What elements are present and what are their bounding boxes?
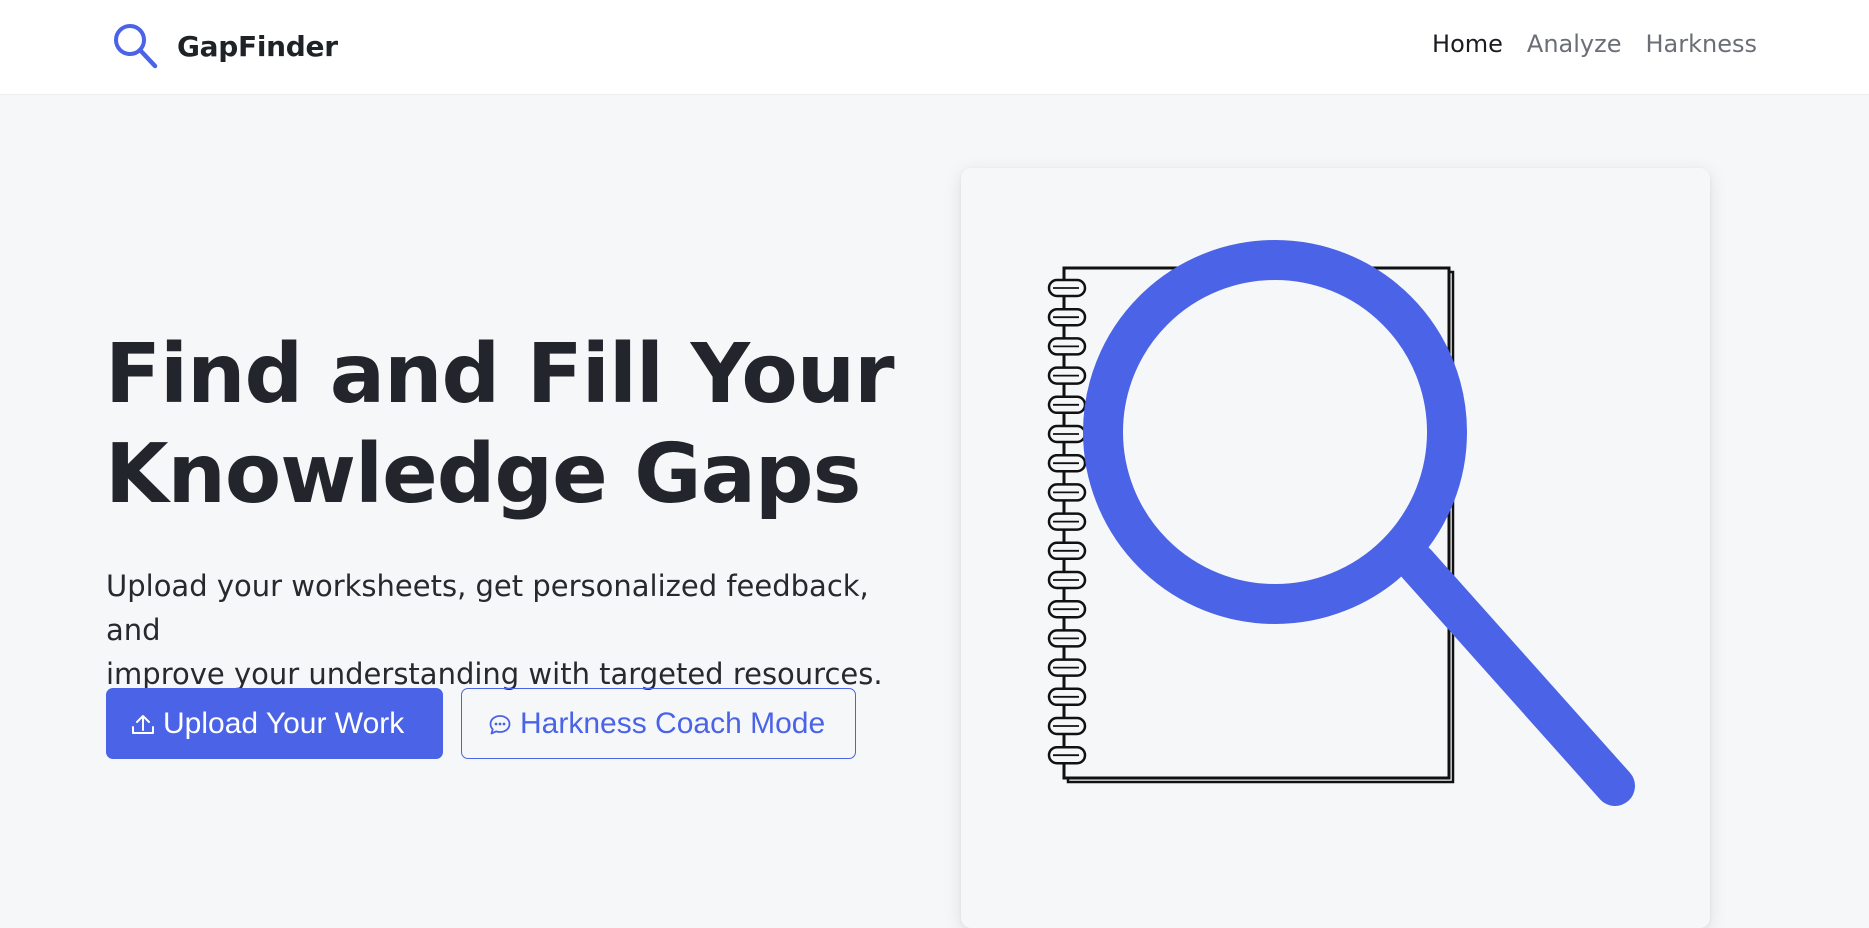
harkness-coach-button[interactable]: Harkness Coach Mode (461, 688, 856, 759)
hero-title-line-1: Find and Fill Your (105, 327, 895, 422)
hero-subtitle-line-1: Upload your worksheets, get personalized… (106, 569, 869, 647)
magnifier-icon (114, 24, 158, 69)
upload-work-label: Upload Your Work (163, 706, 405, 740)
nav-analyze[interactable]: Analyze (1515, 28, 1634, 60)
brand-name: GapFinder (177, 29, 338, 63)
hero-title: Find and Fill Your Knowledge Gaps (105, 325, 925, 525)
main-nav: Home Analyze Harkness (1420, 28, 1769, 60)
upload-work-button[interactable]: Upload Your Work (106, 688, 443, 759)
hero-illustration-card (961, 168, 1710, 928)
notebook-spiral-rings (1047, 278, 1087, 765)
notebook-magnifier-illustration (1047, 240, 1635, 806)
hero-subtitle: Upload your worksheets, get personalized… (106, 564, 926, 696)
brand-home-link[interactable]: GapFinder (110, 20, 338, 72)
harkness-coach-label: Harkness Coach Mode (520, 706, 826, 740)
hero-title-line-2: Knowledge Gaps (105, 427, 861, 522)
top-navbar: GapFinder Home Analyze Harkness (0, 0, 1869, 95)
chat-bubble-icon (489, 714, 511, 734)
upload-icon (132, 714, 154, 734)
nav-home[interactable]: Home (1420, 28, 1515, 60)
nav-harkness[interactable]: Harkness (1633, 28, 1769, 60)
hero-subtitle-line-2: improve your understanding with targeted… (106, 657, 883, 691)
